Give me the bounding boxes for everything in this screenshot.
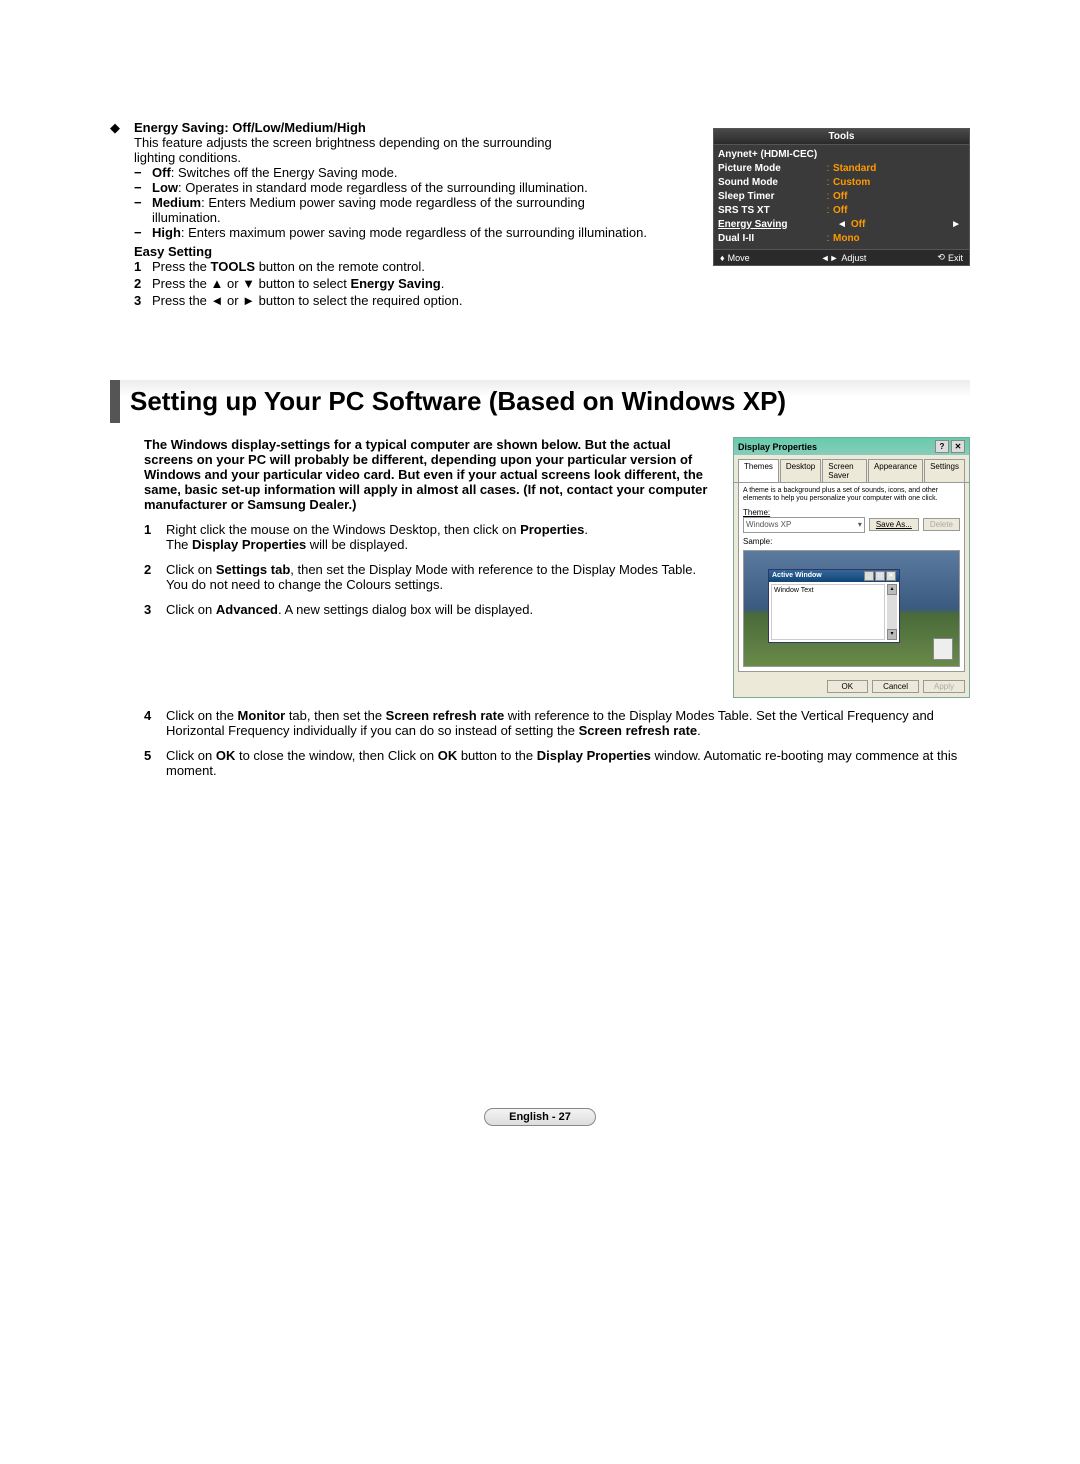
tab-desktop[interactable]: Desktop xyxy=(780,459,821,482)
osd-row-label: Anynet+ (HDMI-CEC) xyxy=(718,149,823,160)
display-properties-dialog: Display Properties ? ✕ Themes Desktop Sc… xyxy=(733,437,970,698)
help-icon[interactable]: ? xyxy=(935,440,949,453)
osd-adjust: ◄► Adjust xyxy=(821,252,867,263)
cancel-button[interactable]: Cancel xyxy=(872,680,919,693)
osd-move: ♦ Move xyxy=(720,252,750,263)
dp-title: Display Properties xyxy=(738,442,817,452)
theme-label: Theme: xyxy=(743,508,960,517)
tab-settings[interactable]: Settings xyxy=(924,459,965,482)
osd-exit: ⟲ Exit xyxy=(937,252,963,263)
tools-osd: Tools Anynet+ (HDMI-CEC) Picture Mode:St… xyxy=(713,128,970,266)
left-arrow-icon: ◄ xyxy=(833,219,851,230)
page-number-badge: English - 27 xyxy=(484,1108,596,1126)
osd-title: Tools xyxy=(714,129,969,145)
intro-paragraph: The Windows display-settings for a typic… xyxy=(144,437,719,512)
dp-desc: A theme is a background plus a set of so… xyxy=(743,487,960,504)
ok-button[interactable]: OK xyxy=(827,680,869,693)
save-as-button[interactable]: Save As... xyxy=(869,518,919,531)
sample-preview: Active Window _□✕ Window Text ▴▾ xyxy=(743,550,960,667)
apply-button[interactable]: Apply xyxy=(923,680,965,693)
section-heading: Setting up Your PC Software (Based on Wi… xyxy=(110,380,970,423)
energy-saving-desc: This feature adjusts the screen brightne… xyxy=(134,135,552,165)
tab-screensaver[interactable]: Screen Saver xyxy=(822,459,867,482)
theme-select[interactable]: Windows XP▾ xyxy=(743,517,865,533)
sample-label: Sample: xyxy=(743,537,960,546)
chevron-down-icon: ▾ xyxy=(858,520,862,529)
recycle-bin-icon xyxy=(933,638,953,660)
scrollbar[interactable]: ▴▾ xyxy=(887,584,897,640)
energy-saving-heading: Energy Saving xyxy=(134,120,224,135)
diamond-bullet-icon: ◆ xyxy=(110,120,134,310)
delete-button[interactable]: Delete xyxy=(923,518,960,531)
tab-themes[interactable]: Themes xyxy=(738,459,779,482)
tab-appearance[interactable]: Appearance xyxy=(868,459,923,482)
right-arrow-icon: ► xyxy=(947,219,965,230)
close-icon[interactable]: ✕ xyxy=(951,440,965,453)
